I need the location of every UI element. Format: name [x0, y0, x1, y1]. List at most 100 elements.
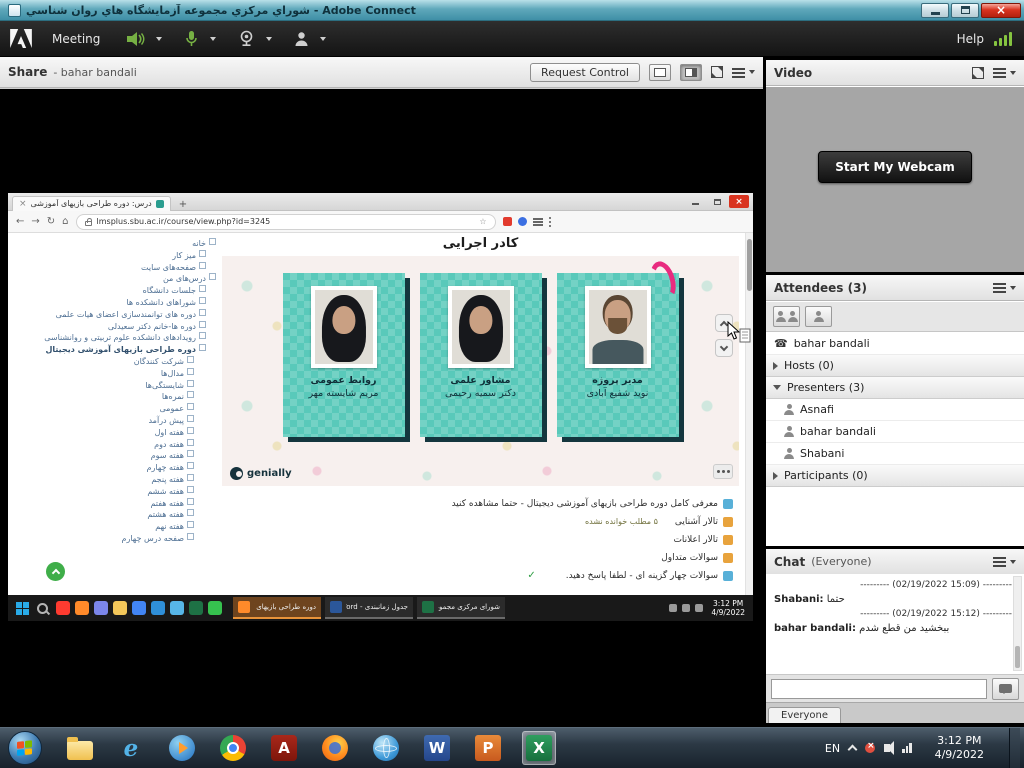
lms-nav-link: صفحه درس چهارم: [14, 533, 216, 545]
network-icon[interactable]: [902, 743, 912, 753]
show-desktop-button[interactable]: [1009, 728, 1020, 768]
unread-badge: ۵ مطلب خوانده نشده: [585, 513, 658, 531]
presenters-group-row[interactable]: Presenters (3): [766, 377, 1024, 399]
request-control-button[interactable]: Request Control: [530, 63, 640, 82]
activity-link: سوالات چهار گزینه ای - لطفا پاسخ دهید.: [566, 567, 718, 585]
close-button[interactable]: [981, 3, 1021, 18]
share-pod-menu[interactable]: [732, 68, 755, 77]
share-pod: Share - bahar bandali Request Control در…: [0, 57, 763, 727]
chat-sender: bahar bandali:: [774, 623, 856, 634]
microphone-button[interactable]: [179, 26, 204, 52]
window-app-icon: [422, 601, 434, 613]
hosts-group-row[interactable]: Hosts (0): [766, 355, 1024, 377]
address-bar: lmsplus.sbu.ac.ir/course/view.php?id=324…: [76, 214, 496, 230]
lms-nav-link: هفته چهارم: [14, 462, 216, 474]
minimize-button[interactable]: [921, 3, 949, 18]
phone-icon: [774, 337, 788, 350]
attendee-row[interactable]: Shabani: [766, 443, 1024, 465]
view-fit-page-button[interactable]: [680, 64, 702, 81]
firefox-icon[interactable]: [318, 731, 352, 765]
notification-icon[interactable]: [865, 743, 875, 753]
lms-nav-link: هفته هشتم: [14, 509, 216, 521]
page-title: کادر اجرایی: [220, 233, 741, 251]
view-original-size-button[interactable]: [649, 64, 671, 81]
activity-link: تالار اعلانات: [673, 531, 718, 549]
chevron-down-icon: [773, 385, 781, 390]
person-icon: [784, 426, 794, 437]
attendee-row[interactable]: Asnafi: [766, 399, 1024, 421]
language-indicator[interactable]: EN: [825, 742, 840, 755]
explorer-icon[interactable]: [63, 731, 97, 765]
menu-icon: [993, 283, 1006, 292]
volume-icon[interactable]: [884, 744, 890, 752]
media-player-icon[interactable]: [165, 731, 199, 765]
lms-nav-link: هفته اول: [14, 427, 216, 439]
tray-expand-icon[interactable]: [848, 745, 858, 755]
lms-nav-link: هفته نهم: [14, 521, 216, 533]
attendee-row[interactable]: bahar bandali: [766, 421, 1024, 443]
webcam-button[interactable]: [233, 26, 260, 52]
acrobat-icon[interactable]: A: [267, 731, 301, 765]
internet-explorer-icon[interactable]: e: [114, 731, 148, 765]
webcam-control: [233, 26, 281, 52]
connection-status-icon[interactable]: [994, 32, 1012, 46]
attendee-view-button[interactable]: [773, 306, 800, 327]
chat-pod-menu[interactable]: [993, 557, 1016, 566]
participants-group-row[interactable]: Participants (0): [766, 465, 1024, 487]
send-icon: [999, 684, 1012, 693]
meeting-menu[interactable]: Meeting: [48, 32, 116, 46]
excel-icon[interactable]: X: [522, 731, 556, 765]
chrome-icon[interactable]: [216, 731, 250, 765]
shared-tray-icon: [682, 604, 690, 612]
lms-main-content: کادر اجرایی روابط عمومی: [220, 233, 741, 585]
lms-nav-link: دوره طراحی بازیهای آموزشی دیجیتال: [14, 344, 216, 356]
webcam-dropdown[interactable]: [260, 26, 281, 52]
home-icon: [62, 217, 68, 227]
browser-tab: درس: دوره طراحی بازیهای آموزشی: [12, 196, 171, 211]
globe-browser-icon[interactable]: [369, 731, 403, 765]
taskbar-clock[interactable]: 3:12 PM 4/9/2022: [929, 734, 990, 762]
speaker-dropdown[interactable]: [150, 26, 171, 52]
video-pod-menu[interactable]: [993, 68, 1016, 77]
system-tray: EN: [825, 742, 912, 755]
fullscreen-icon[interactable]: [972, 67, 984, 79]
genially-logo: genially: [230, 467, 292, 480]
back-icon: [16, 217, 24, 227]
active-speaker-row[interactable]: bahar bandali: [766, 333, 1024, 355]
course-activity-list: معرفی کامل دوره طراحی بازیهای آموزشی دیج…: [220, 486, 741, 585]
fullscreen-icon[interactable]: [711, 66, 723, 78]
chat-input[interactable]: [771, 679, 987, 699]
shared-screen-region[interactable]: درس: دوره طراحی بازیهای آموزشی: [0, 89, 763, 727]
activity-icon: [723, 553, 733, 563]
start-button[interactable]: [8, 731, 42, 765]
tab-everyone[interactable]: Everyone: [768, 707, 841, 723]
share-pod-title: Share: [8, 65, 47, 79]
windows-logo-icon: [17, 740, 33, 757]
scrollbar-thumb[interactable]: [1015, 646, 1020, 668]
shared-open-window: شورای مرکزی مجموعه: [417, 597, 505, 619]
microphone-dropdown[interactable]: [204, 26, 225, 52]
status-button[interactable]: [289, 26, 314, 52]
minimize-icon: [931, 12, 940, 15]
adobe-connect-app-icon: [8, 4, 21, 17]
speaker-button[interactable]: [120, 26, 150, 52]
status-dropdown[interactable]: [314, 26, 335, 52]
video-pod-title: Video: [774, 66, 812, 80]
page-scrollbar: [745, 233, 753, 595]
help-menu[interactable]: Help: [957, 32, 984, 46]
completion-check-icon: [527, 567, 535, 585]
firefox-mini-icon: [75, 601, 89, 615]
attendees-pod-menu[interactable]: [993, 283, 1016, 292]
person-icon: [814, 311, 824, 322]
start-my-webcam-button[interactable]: Start My Webcam: [818, 151, 972, 183]
powerpoint-icon[interactable]: P: [471, 731, 505, 765]
maximize-button[interactable]: [951, 3, 979, 18]
breakout-view-button[interactable]: [805, 306, 832, 327]
send-message-button[interactable]: [992, 678, 1019, 700]
word-icon[interactable]: W: [420, 731, 454, 765]
browser-menu-icon: [533, 218, 543, 225]
chat-scrollbar[interactable]: [1013, 576, 1022, 671]
lms-navigation: خانه میز کار صفحه‌های سایت درس‌های من جل…: [14, 238, 216, 545]
activity-icon: [723, 517, 733, 527]
chevron-down-icon: [749, 70, 755, 74]
